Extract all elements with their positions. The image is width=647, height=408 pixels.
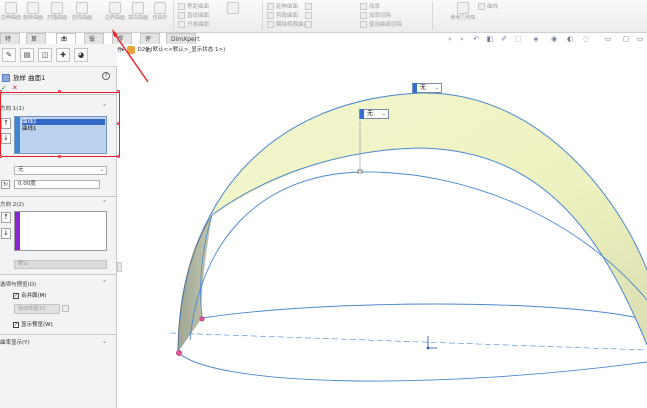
start-point-handle[interactable]: [176, 350, 182, 356]
chevron-down-icon: ⌄: [381, 111, 386, 117]
annotation-arrowhead: [112, 29, 118, 37]
start-constraint-label[interactable]: 无 ⌄: [359, 109, 389, 119]
annotation-arrow: [113, 32, 149, 83]
base-curve-back: [201, 303, 647, 321]
base-curve-front: [177, 351, 647, 382]
chevron-down-icon: ⌄: [434, 85, 439, 91]
axis-line: [169, 332, 647, 351]
connector-point[interactable]: [357, 169, 363, 174]
origin-icon: [426, 346, 430, 350]
end-constraint-label[interactable]: 无 ⌄: [412, 83, 442, 93]
lofted-surface: [178, 92, 647, 352]
graphics-viewport[interactable]: [0, 0, 647, 408]
end-point-handle[interactable]: [199, 316, 205, 322]
